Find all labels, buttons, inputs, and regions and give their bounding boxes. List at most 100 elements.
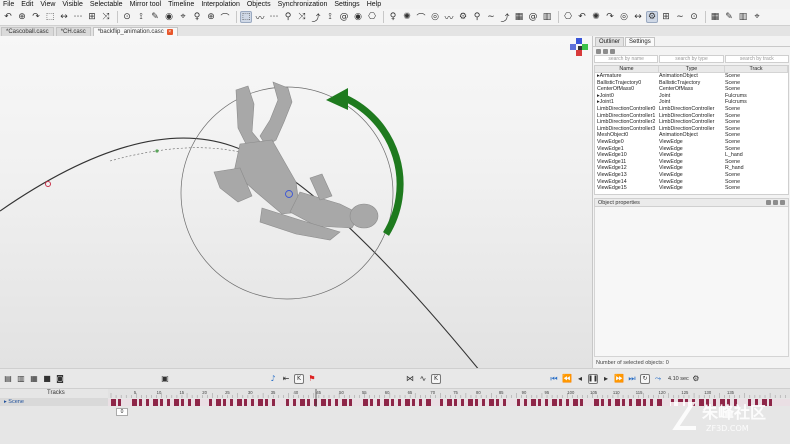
tab-outliner[interactable]: Outliner — [595, 37, 625, 46]
keyframe-block[interactable] — [363, 399, 368, 406]
target-icon-alt[interactable]: ↔ — [632, 11, 644, 23]
keyframe-block[interactable] — [153, 399, 158, 406]
keyframe-block[interactable] — [531, 399, 536, 406]
pose-icon-alt[interactable]: ∼ — [485, 11, 497, 23]
keyframe-block[interactable] — [174, 399, 179, 406]
select-rect-icon[interactable]: ⬚ — [240, 11, 252, 23]
keyframe-block[interactable] — [181, 399, 184, 406]
node-icon[interactable]: ⋯ — [268, 11, 280, 23]
graph-icon-alt[interactable]: ⤨ — [100, 11, 112, 23]
properties-menu-icon[interactable] — [780, 200, 785, 205]
close-tab-icon[interactable]: × — [166, 29, 173, 35]
keyframe-block[interactable] — [573, 399, 578, 406]
camera-icon[interactable]: ◙ — [55, 374, 65, 384]
column-header-name[interactable]: Name — [595, 66, 659, 72]
camera-icon[interactable]: ⎔ — [562, 11, 574, 23]
keyframe-block[interactable] — [328, 399, 331, 406]
spiral-icon[interactable]: @ — [527, 11, 539, 23]
interpolation-icon[interactable]: ⋈ — [405, 374, 415, 384]
go-to-start-button[interactable]: ⏮ — [549, 374, 559, 384]
prev-key-icon[interactable]: ⇤ — [281, 374, 291, 384]
keyframe-block[interactable] — [440, 399, 443, 406]
go-to-end-button[interactable]: ⏭ — [627, 374, 637, 384]
keyframe-block[interactable] — [314, 399, 317, 406]
speed-icon[interactable]: ⤳ — [653, 374, 663, 384]
orientation-gizmo[interactable] — [570, 38, 588, 56]
keyframe-block[interactable] — [377, 399, 380, 406]
folder-icon[interactable]: ▤ — [3, 374, 13, 384]
outliner-row[interactable]: BallisticTrajectory0 BallisticTrajectory S… — [595, 80, 788, 87]
video-icon[interactable]: ■ — [42, 374, 52, 384]
keyframe-block[interactable] — [454, 399, 457, 406]
grid-icon[interactable]: ▦ — [709, 11, 721, 23]
snap-icon-alt[interactable]: ♀ — [191, 11, 203, 23]
bone-icon[interactable]: ⟟ — [324, 11, 336, 23]
keyframe-block[interactable] — [293, 399, 296, 406]
undo-icon-alt[interactable]: ⊕ — [16, 11, 28, 23]
magnet-icon[interactable]: ⊕ — [205, 11, 217, 23]
outliner-row[interactable]: CenterOfMass0 CenterOfMass Scene — [595, 86, 788, 93]
trajectory-keypoint-green[interactable] — [155, 149, 159, 153]
loop-button[interactable]: ↻ — [640, 373, 650, 384]
clip-icon[interactable]: ▣ — [160, 374, 170, 384]
outliner-row[interactable]: ▸Armature AnimationObject Scene — [595, 73, 788, 80]
column-header-type[interactable]: Type — [659, 66, 725, 72]
node-icon-alt[interactable]: ⚲ — [282, 11, 294, 23]
outliner-row[interactable]: ViewEdge10 ViewEdge L_hand — [595, 152, 788, 159]
figure-icon[interactable]: ♀ — [387, 11, 399, 23]
menu-file[interactable]: File — [3, 0, 14, 9]
keyframe-block[interactable] — [629, 399, 632, 406]
grid-icon-alt[interactable]: ✎ — [723, 11, 735, 23]
menu-settings[interactable]: Settings — [334, 0, 359, 9]
keyframe-block[interactable] — [412, 399, 415, 406]
keyframe-block[interactable] — [643, 399, 646, 406]
keyframe-block[interactable] — [489, 399, 494, 406]
keyframe-block[interactable] — [244, 399, 247, 406]
keyframe-block[interactable] — [300, 399, 305, 406]
split-icon-alt[interactable]: ⌖ — [751, 11, 763, 23]
trajectory-keypoint-red[interactable] — [45, 181, 51, 187]
select-rect-icon-alt[interactable]: 〰 — [254, 11, 266, 24]
search-by-name-input[interactable]: search by name — [594, 55, 659, 63]
keyframe-block[interactable] — [160, 399, 163, 406]
search-by-type-input[interactable]: search by type — [659, 55, 724, 63]
joint-icon[interactable]: ◉ — [352, 11, 364, 23]
keyframe-block[interactable] — [118, 399, 121, 406]
keyframe-block[interactable] — [216, 399, 221, 406]
keyframe-block[interactable] — [111, 399, 116, 406]
keyframe-block[interactable] — [251, 399, 254, 406]
keyframe-button[interactable]: K — [294, 373, 304, 384]
curve-icon[interactable]: ∿ — [418, 374, 428, 384]
menu-visible[interactable]: Visible — [62, 0, 83, 9]
figure-icon-alt[interactable]: ✺ — [401, 11, 413, 23]
keyframe-block[interactable] — [188, 399, 191, 406]
outliner-row[interactable]: ViewEdge14 ViewEdge Scene — [595, 179, 788, 186]
keyframe-block[interactable] — [258, 399, 263, 406]
keyframe-block[interactable] — [559, 399, 562, 406]
keyframe-block[interactable] — [608, 399, 611, 406]
menu-objects[interactable]: Objects — [247, 0, 271, 9]
keyframe-block[interactable] — [321, 399, 326, 406]
prev-frame-button[interactable]: ◂ — [575, 374, 585, 384]
folder-open-icon[interactable]: ▥ — [16, 374, 26, 384]
keyframe-block[interactable] — [335, 399, 338, 406]
outliner-row[interactable]: LimbDirectionController1 LimbDirectionCon… — [595, 113, 788, 120]
keyframe-block[interactable] — [286, 399, 289, 406]
keyframe-block[interactable] — [622, 399, 625, 406]
keyframe-block[interactable] — [601, 399, 604, 406]
keyframe-block[interactable] — [272, 399, 275, 406]
wave-icon-alt[interactable]: ⚙ — [457, 11, 469, 23]
keyframe-block[interactable] — [405, 399, 410, 406]
keyframe-block[interactable] — [419, 399, 422, 406]
outliner-row[interactable]: ViewEdge13 ViewEdge Scene — [595, 172, 788, 179]
keyframe-block[interactable] — [265, 399, 268, 406]
split-icon[interactable]: ▥ — [737, 11, 749, 23]
keyframe-block[interactable] — [230, 399, 233, 406]
keyframe-block[interactable] — [384, 399, 389, 406]
keyframe-block[interactable] — [349, 399, 352, 406]
light-icon[interactable]: ✺ — [590, 11, 602, 23]
keyframe-block[interactable] — [370, 399, 373, 406]
keyframe-block[interactable] — [496, 399, 499, 406]
orbit-icon[interactable]: ⊙ — [121, 11, 133, 23]
properties-filter-icon[interactable] — [766, 200, 771, 205]
